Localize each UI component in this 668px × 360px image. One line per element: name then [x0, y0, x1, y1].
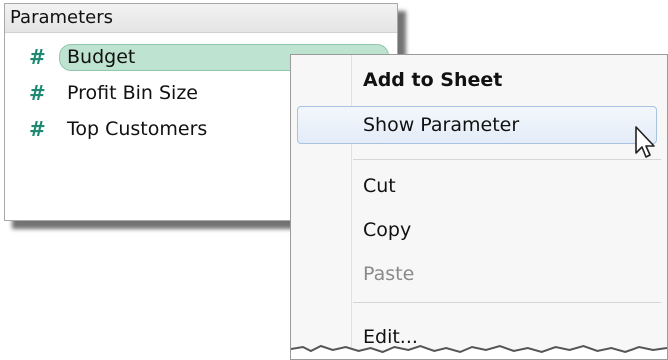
- menu-item-paste: Paste: [363, 263, 415, 285]
- menu-item-add-to-sheet[interactable]: Add to Sheet: [363, 62, 502, 98]
- menu-icon-gutter: [351, 55, 352, 359]
- context-menu: Add to Sheet Show Parameter Cut Copy Pas…: [290, 54, 668, 360]
- hash-icon: #: [29, 81, 46, 105]
- menu-separator: [353, 302, 661, 303]
- parameter-label: Budget: [67, 46, 136, 68]
- menu-item-copy[interactable]: Copy: [363, 212, 411, 248]
- mouse-pointer-icon: [635, 126, 655, 158]
- menu-item-show-parameter[interactable]: Show Parameter: [363, 107, 519, 143]
- parameter-label: Top Customers: [67, 118, 208, 140]
- hash-icon: #: [29, 117, 46, 141]
- panel-title: Parameters: [5, 4, 397, 33]
- parameter-label: Profit Bin Size: [67, 82, 198, 104]
- menu-item-cut[interactable]: Cut: [363, 168, 396, 204]
- hash-icon: #: [29, 45, 46, 69]
- menu-separator: [353, 159, 661, 160]
- torn-edge: [291, 344, 667, 359]
